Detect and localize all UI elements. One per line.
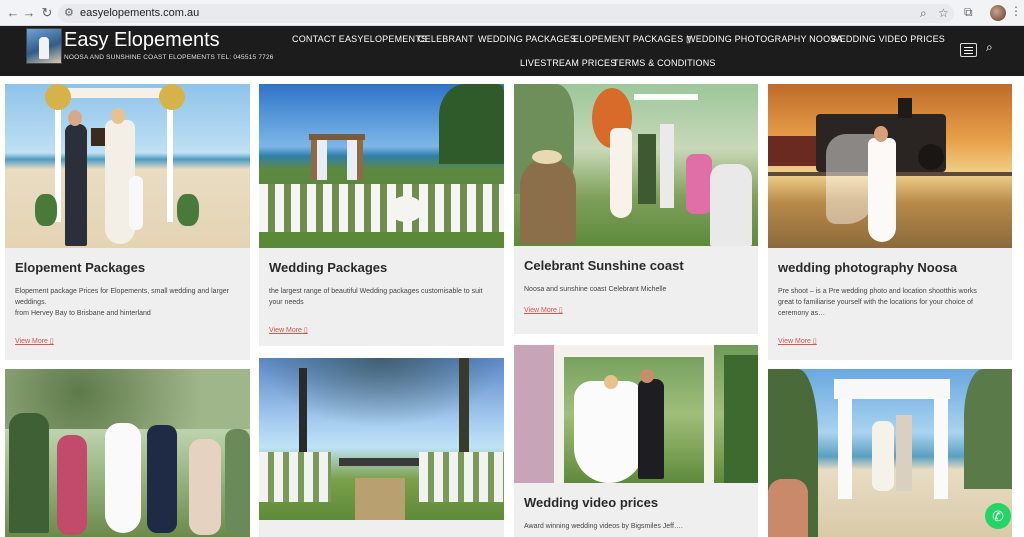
browser-toolbar: ← → ↻ ⚙ easyelopements.com.au ⌕ ☆ ⧉ ⋮ (0, 0, 1024, 26)
nav-contact[interactable]: CONTACT EASYELOPEMENTS (292, 34, 427, 44)
site-header: Easy Elopements NOOSA AND SUNSHINE COAST… (0, 26, 1024, 76)
card-title[interactable]: Wedding video prices (524, 495, 658, 510)
card-title[interactable]: wedding photography Noosa (778, 260, 957, 275)
card-description: Elopement package Prices for Elopements,… (15, 288, 230, 295)
zoom-icon[interactable]: ⌕ (920, 6, 927, 21)
site-title[interactable]: Easy Elopements (64, 29, 220, 52)
card-wedding-photography: wedding photography Noosa Pre shoot – is… (768, 84, 1012, 360)
reload-icon[interactable]: ↻ (38, 4, 56, 22)
card-description: the largest range of beautiful Wedding p… (269, 288, 483, 295)
logo-image[interactable] (26, 28, 62, 64)
nav-livestream-prices[interactable]: LIVESTREAM PRICES (520, 58, 616, 68)
card-wedding-packages: Wedding Packages the largest range of be… (259, 84, 504, 346)
view-more-link[interactable]: View More ▯ (15, 337, 54, 345)
extensions-icon[interactable]: ⧉ (964, 5, 973, 20)
card-description: weddings. (15, 299, 47, 306)
card-description: Pre shoot – is a Pre wedding photo and l… (778, 288, 977, 295)
card-title[interactable]: Celebrant Sunshine coast (524, 258, 684, 273)
view-more-link[interactable]: View More ▯ (269, 326, 308, 334)
card-description: your needs (269, 299, 304, 306)
card-description: from Hervey Bay to Brisbane and hinterla… (15, 310, 151, 317)
profile-avatar[interactable] (990, 5, 1006, 21)
card-sunshine-coast (259, 358, 504, 537)
card-group-photo (5, 369, 250, 537)
bookmark-star-icon[interactable]: ☆ (938, 6, 949, 20)
card-title[interactable]: Wedding Packages (269, 260, 387, 275)
view-more-link[interactable]: View More ▯ (524, 306, 563, 314)
card-wedding-video-prices: Wedding video prices Award winning weddi… (514, 345, 758, 537)
nav-wedding-photography[interactable]: WEDDING PHOTOGRAPHY NOOSA (687, 34, 843, 44)
nav-wedding-packages[interactable]: WEDDING PACKAGES (478, 34, 576, 44)
nav-terms[interactable]: TERMS & CONDITIONS (613, 58, 716, 68)
view-more-link[interactable]: View More ▯ (778, 337, 817, 345)
card-beach-arch (768, 369, 1012, 537)
card-description: Award winning wedding videos by Bigsmile… (524, 523, 683, 530)
site-tagline: NOOSA AND SUNSHINE COAST ELOPEMENTS TEL:… (64, 54, 274, 61)
content-grid: Elopement Packages Elopement package Pri… (0, 76, 1024, 537)
card-description: great to familiarise yourself with the l… (778, 299, 973, 306)
card-title[interactable]: Elopement Packages (15, 260, 145, 275)
elopement-beach-photo[interactable] (5, 84, 250, 248)
train-bride-photo[interactable] (768, 84, 1012, 248)
menu-icon[interactable] (960, 43, 977, 57)
card-elopement-packages: Elopement Packages Elopement package Pri… (5, 84, 250, 360)
card-celebrant: Celebrant Sunshine coast Noosa and sunsh… (514, 84, 758, 334)
celebrant-ceremony-photo[interactable] (514, 84, 758, 246)
wedding-chairs-photo[interactable] (259, 84, 504, 248)
group-celebration-photo[interactable] (5, 369, 250, 537)
nav-wedding-video-prices[interactable]: WEDDING VIDEO PRICES (831, 34, 945, 44)
search-icon[interactable]: ⌕ (986, 40, 993, 55)
nav-celebrant[interactable]: CELEBRANT (418, 34, 474, 44)
beach-chairs-trees-photo[interactable] (259, 358, 504, 520)
forward-icon[interactable]: → (20, 4, 38, 22)
card-description: ceremony as… (778, 310, 826, 317)
beach-arch-ceremony-photo[interactable] (768, 369, 1012, 537)
site-info-icon[interactable]: ⚙ (64, 6, 74, 19)
whatsapp-icon[interactable]: ✆ (985, 503, 1011, 529)
nav-elopement-packages[interactable]: ELOPEMENT PACKAGES ▯ (573, 34, 691, 45)
url-text: easyelopements.com.au (80, 7, 200, 19)
address-bar[interactable]: ⚙ easyelopements.com.au ⌕ ☆ (58, 4, 954, 23)
browser-menu-icon[interactable]: ⋮ (1010, 4, 1022, 18)
gazebo-couple-photo[interactable] (514, 345, 758, 483)
card-description: Noosa and sunshine coast Celebrant Miche… (524, 286, 667, 293)
